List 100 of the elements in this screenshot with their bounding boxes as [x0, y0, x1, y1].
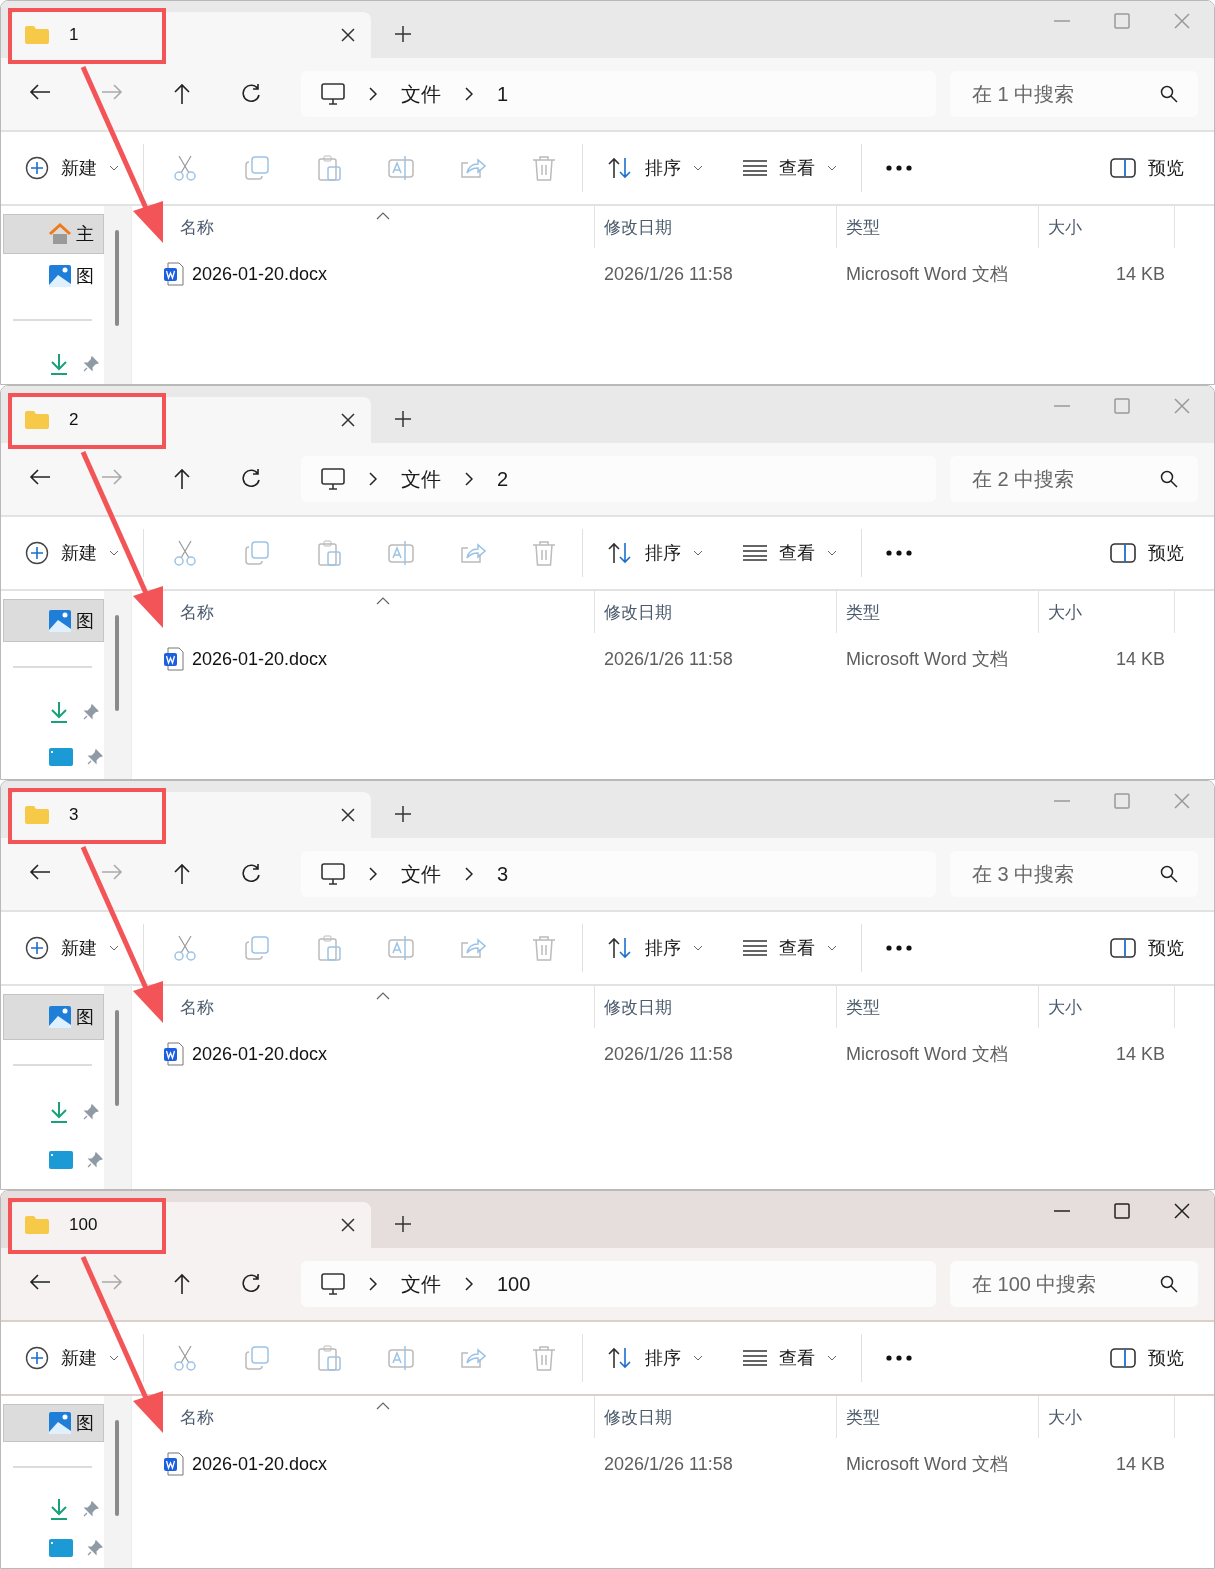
view-button[interactable]: 查看	[743, 541, 837, 565]
sort-button[interactable]: 排序	[607, 541, 703, 565]
column-header[interactable]: 大小	[1039, 206, 1175, 248]
forward-icon[interactable]	[101, 1273, 123, 1291]
sort-button[interactable]: 排序	[607, 156, 703, 180]
up-icon[interactable]	[173, 83, 191, 105]
breadcrumb-item[interactable]: 3	[497, 862, 509, 886]
more-icon[interactable]	[886, 550, 912, 556]
scrollbar-thumb[interactable]	[115, 230, 119, 326]
window-tab[interactable]: 2	[9, 397, 371, 443]
column-header[interactable]: 大小	[1039, 1396, 1175, 1438]
scrollbar-thumb[interactable]	[115, 615, 119, 711]
forward-icon[interactable]	[101, 83, 123, 101]
breadcrumb-item[interactable]: 文件	[401, 80, 441, 108]
delete-icon[interactable]	[532, 540, 556, 566]
refresh-icon[interactable]	[241, 83, 261, 103]
back-icon[interactable]	[29, 863, 51, 881]
rename-icon[interactable]	[388, 935, 414, 961]
back-icon[interactable]	[29, 468, 51, 486]
paste-icon[interactable]	[316, 1345, 342, 1371]
breadcrumb-item[interactable]: 文件	[401, 1270, 441, 1298]
window-tab[interactable]: 3	[9, 792, 371, 838]
add-tab-icon[interactable]	[395, 1216, 411, 1232]
more-icon[interactable]	[886, 1355, 912, 1361]
sort-button[interactable]: 排序	[607, 936, 703, 960]
breadcrumb-item[interactable]: 2	[497, 467, 509, 491]
rename-icon[interactable]	[388, 155, 414, 181]
pin-icon[interactable]	[83, 704, 99, 721]
column-header[interactable]: 类型	[837, 1396, 1039, 1438]
copy-icon[interactable]	[244, 540, 270, 566]
sidebar-item[interactable]: 图	[3, 1404, 104, 1443]
close-tab-icon[interactable]	[341, 28, 355, 42]
add-tab-icon[interactable]	[395, 411, 411, 427]
breadcrumb-item[interactable]: 100	[497, 1272, 531, 1296]
file-name[interactable]: 2026-01-20.docx	[192, 263, 328, 285]
scrollbar-thumb[interactable]	[115, 1010, 119, 1106]
window-tab[interactable]: 100	[9, 1202, 371, 1248]
paste-icon[interactable]	[316, 540, 342, 566]
add-tab-icon[interactable]	[395, 806, 411, 822]
breadcrumb-item[interactable]: 文件	[401, 465, 441, 493]
pin-icon[interactable]	[87, 1152, 103, 1168]
sidebar-item[interactable]: 图	[1, 255, 104, 296]
new-button[interactable]: 新建	[25, 156, 119, 180]
view-button[interactable]: 查看	[743, 1346, 837, 1370]
close-tab-icon[interactable]	[341, 413, 355, 427]
paste-icon[interactable]	[316, 155, 342, 181]
column-header[interactable]: 类型	[837, 591, 1039, 633]
column-header[interactable]: 大小	[1039, 591, 1175, 633]
refresh-icon[interactable]	[241, 863, 261, 883]
pin-icon[interactable]	[87, 748, 103, 765]
column-header[interactable]: 类型	[837, 986, 1039, 1028]
new-button[interactable]: 新建	[25, 936, 119, 960]
rename-icon[interactable]	[388, 1345, 414, 1371]
close-tab-icon[interactable]	[341, 808, 355, 822]
preview-button[interactable]: 预览	[1110, 1346, 1184, 1370]
pin-icon[interactable]	[83, 355, 99, 372]
column-header[interactable]: 类型	[837, 206, 1039, 248]
back-icon[interactable]	[29, 83, 51, 101]
close-icon[interactable]	[1174, 1203, 1190, 1219]
breadcrumb-item[interactable]: 文件	[401, 860, 441, 888]
delete-icon[interactable]	[532, 155, 556, 181]
add-tab-icon[interactable]	[395, 26, 411, 42]
more-icon[interactable]	[886, 165, 912, 171]
cut-icon[interactable]	[172, 1345, 198, 1371]
rename-icon[interactable]	[388, 540, 414, 566]
maximize-icon[interactable]	[1114, 1203, 1130, 1219]
refresh-icon[interactable]	[241, 468, 261, 488]
search-field[interactable]: 在 3 中搜索	[950, 851, 1198, 897]
view-button[interactable]: 查看	[743, 936, 837, 960]
sidebar-item[interactable]: 图	[3, 994, 104, 1040]
copy-icon[interactable]	[244, 1345, 270, 1371]
forward-icon[interactable]	[101, 468, 123, 486]
address-bar[interactable]: 文件 3	[301, 851, 936, 897]
breadcrumb-item[interactable]: 1	[497, 82, 509, 106]
new-button[interactable]: 新建	[25, 541, 119, 565]
window-tab[interactable]: 1	[9, 12, 371, 58]
pin-icon[interactable]	[83, 1501, 99, 1518]
copy-icon[interactable]	[244, 935, 270, 961]
file-name[interactable]: 2026-01-20.docx	[192, 1043, 328, 1065]
address-bar[interactable]: 文件 1	[301, 71, 936, 117]
column-header[interactable]: 修改日期	[595, 206, 837, 248]
view-button[interactable]: 查看	[743, 156, 837, 180]
delete-icon[interactable]	[532, 1345, 556, 1371]
forward-icon[interactable]	[101, 863, 123, 881]
sort-button[interactable]: 排序	[607, 1346, 703, 1370]
pin-icon[interactable]	[83, 1104, 99, 1120]
paste-icon[interactable]	[316, 935, 342, 961]
pin-icon[interactable]	[87, 1540, 103, 1557]
column-header[interactable]: 修改日期	[595, 591, 837, 633]
cut-icon[interactable]	[172, 155, 198, 181]
more-icon[interactable]	[886, 945, 912, 951]
address-bar[interactable]: 文件 2	[301, 456, 936, 502]
delete-icon[interactable]	[532, 935, 556, 961]
new-button[interactable]: 新建	[25, 1346, 119, 1370]
copy-icon[interactable]	[244, 155, 270, 181]
search-field[interactable]: 在 2 中搜索	[950, 456, 1198, 502]
close-tab-icon[interactable]	[341, 1218, 355, 1232]
address-bar[interactable]: 文件 100	[301, 1261, 936, 1307]
scrollbar-thumb[interactable]	[115, 1420, 119, 1516]
up-icon[interactable]	[173, 1273, 191, 1295]
